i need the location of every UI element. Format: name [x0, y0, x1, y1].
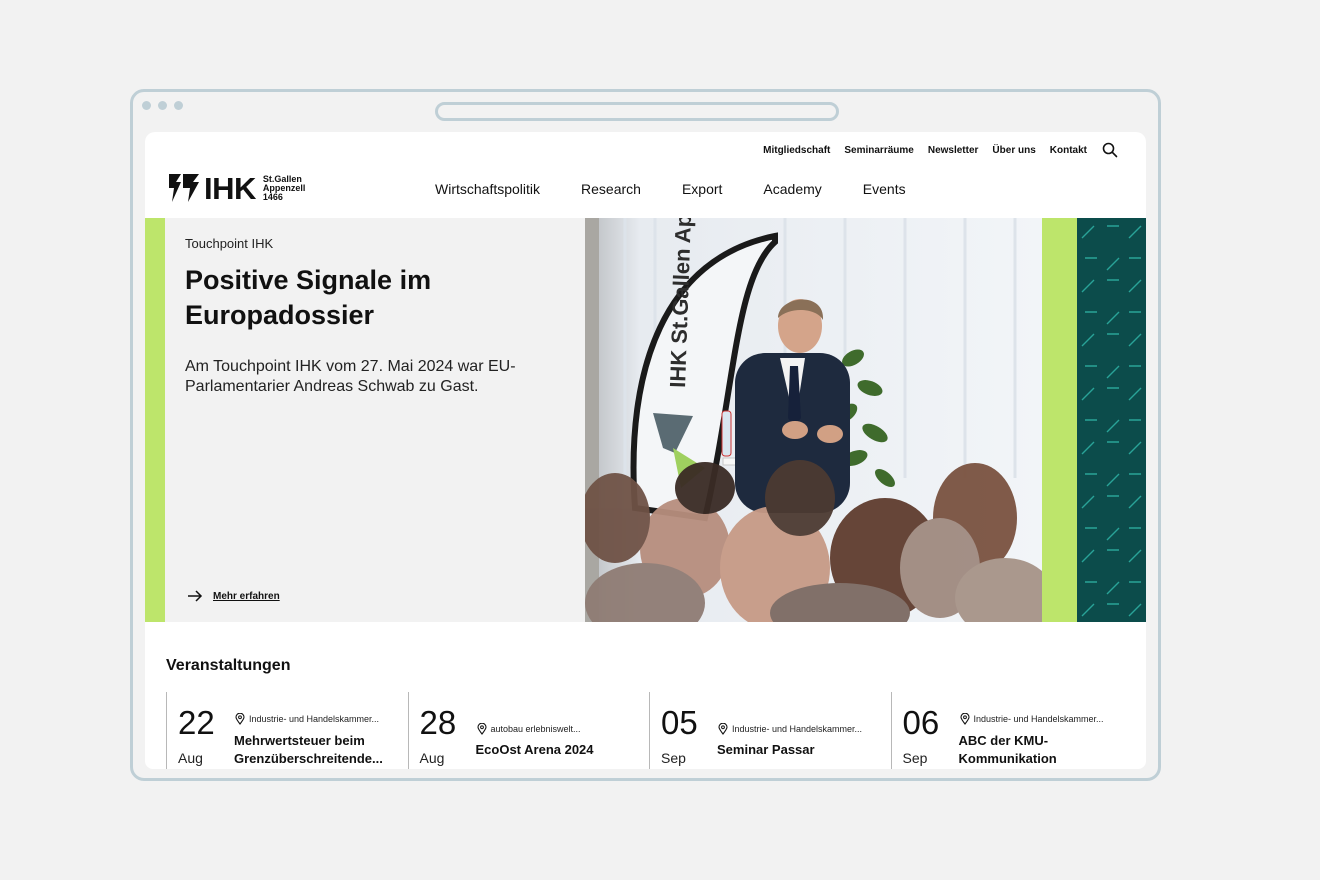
- search-icon[interactable]: [1102, 142, 1118, 158]
- site-logo[interactable]: IHK St.Gallen Appenzell 1466: [168, 172, 305, 204]
- nav-seminarraeume[interactable]: Seminarräume: [844, 145, 913, 156]
- nav-academy[interactable]: Academy: [763, 181, 821, 197]
- nav-events[interactable]: Events: [863, 181, 906, 197]
- utility-nav: Mitgliedschaft Seminarräume Newsletter Ü…: [763, 142, 1118, 158]
- event-location: Industrie- und Handelskammer...: [718, 723, 862, 735]
- nav-kontakt[interactable]: Kontakt: [1050, 145, 1087, 156]
- events-list: 22 Aug Industrie- und Handelskammer... M…: [166, 692, 1132, 769]
- accent-strip: [145, 218, 165, 622]
- nav-mitgliedschaft[interactable]: Mitgliedschaft: [763, 145, 830, 156]
- arrow-right-icon: [188, 590, 203, 602]
- event-card[interactable]: 22 Aug Industrie- und Handelskammer... M…: [166, 692, 408, 769]
- event-month: Aug: [419, 750, 445, 766]
- event-location: Industrie- und Handelskammer...: [959, 713, 1104, 725]
- event-location-text: Industrie- und Handelskammer...: [249, 714, 380, 724]
- location-pin-icon: [235, 713, 245, 725]
- event-card[interactable]: 05 Sep Industrie- und Handelskammer... S…: [649, 692, 891, 769]
- hero-kicker: Touchpoint IHK: [185, 236, 274, 251]
- event-title: Mehrwertsteuer beim Grenzüberschreitende…: [234, 733, 383, 766]
- event-location-text: Industrie- und Handelskammer...: [973, 714, 1104, 724]
- location-pin-icon: [476, 723, 487, 735]
- nav-ueber-uns[interactable]: Über uns: [992, 145, 1035, 156]
- window-controls: [142, 101, 183, 110]
- event-location: autobau erlebniswelt...: [476, 723, 581, 735]
- web-page: Mitgliedschaft Seminarräume Newsletter Ü…: [145, 132, 1146, 769]
- main-nav: Wirtschaftspolitik Research Export Acade…: [435, 181, 947, 197]
- event-location-text: autobau erlebniswelt...: [490, 724, 581, 734]
- hero-lead: Am Touchpoint IHK vom 27. Mai 2024 war E…: [185, 358, 516, 395]
- nav-export[interactable]: Export: [682, 181, 722, 197]
- nav-wirtschaftspolitik[interactable]: Wirtschaftspolitik: [435, 181, 540, 197]
- logo-wordmark: IHK: [204, 170, 256, 206]
- event-month: Sep: [661, 750, 686, 766]
- event-card[interactable]: 06 Sep Industrie- und Handelskammer... A…: [890, 692, 1133, 769]
- hero-section: Touchpoint IHK Positive Signale im Europ…: [145, 218, 1146, 622]
- nav-newsletter[interactable]: Newsletter: [928, 145, 979, 156]
- event-day: 28: [419, 704, 457, 741]
- event-day: 06: [902, 704, 940, 741]
- event-month: Sep: [902, 750, 928, 766]
- nav-research[interactable]: Research: [581, 181, 641, 197]
- event-title: ABC der KMU-Kommunikation: [958, 733, 1057, 766]
- event-card[interactable]: 28 Aug autobau erlebniswelt... EcoOst Ar…: [407, 692, 650, 769]
- event-month: Aug: [178, 750, 203, 766]
- window-dot[interactable]: [158, 101, 167, 110]
- event-day: 22: [178, 704, 215, 741]
- accent-block: [1042, 218, 1077, 622]
- hero-photo[interactable]: IHK St.Gallen Appenzell: [585, 218, 1042, 622]
- hero-text-panel: Touchpoint IHK Positive Signale im Europ…: [145, 218, 585, 622]
- location-pin-icon: [959, 713, 970, 725]
- pattern-decoration: [1081, 225, 1142, 617]
- logo-mark-icon: [169, 174, 199, 202]
- events-heading: Veranstaltungen: [166, 657, 291, 674]
- event-title: Seminar Passar: [717, 742, 815, 757]
- event-location: Industrie- und Handelskammer...: [235, 713, 379, 725]
- event-location-text: Industrie- und Handelskammer...: [732, 724, 863, 734]
- window-dot[interactable]: [142, 101, 151, 110]
- hero-title: Positive Signale im Europadossier: [185, 265, 432, 330]
- window-dot[interactable]: [174, 101, 183, 110]
- logo-line: 1466: [262, 191, 283, 202]
- location-pin-icon: [718, 723, 728, 735]
- event-day: 05: [661, 704, 698, 741]
- speaker-photo-illustration: IHK St.Gallen Appenzell: [585, 218, 1042, 622]
- logo-subline: St.Gallen Appenzell 1466: [262, 174, 306, 202]
- address-bar[interactable]: [435, 102, 839, 121]
- more-link-label: Mehr erfahren: [213, 590, 280, 602]
- pattern-panel: [1077, 218, 1146, 622]
- event-title: EcoOst Arena 2024: [475, 742, 594, 757]
- more-link[interactable]: Mehr erfahren: [187, 590, 280, 602]
